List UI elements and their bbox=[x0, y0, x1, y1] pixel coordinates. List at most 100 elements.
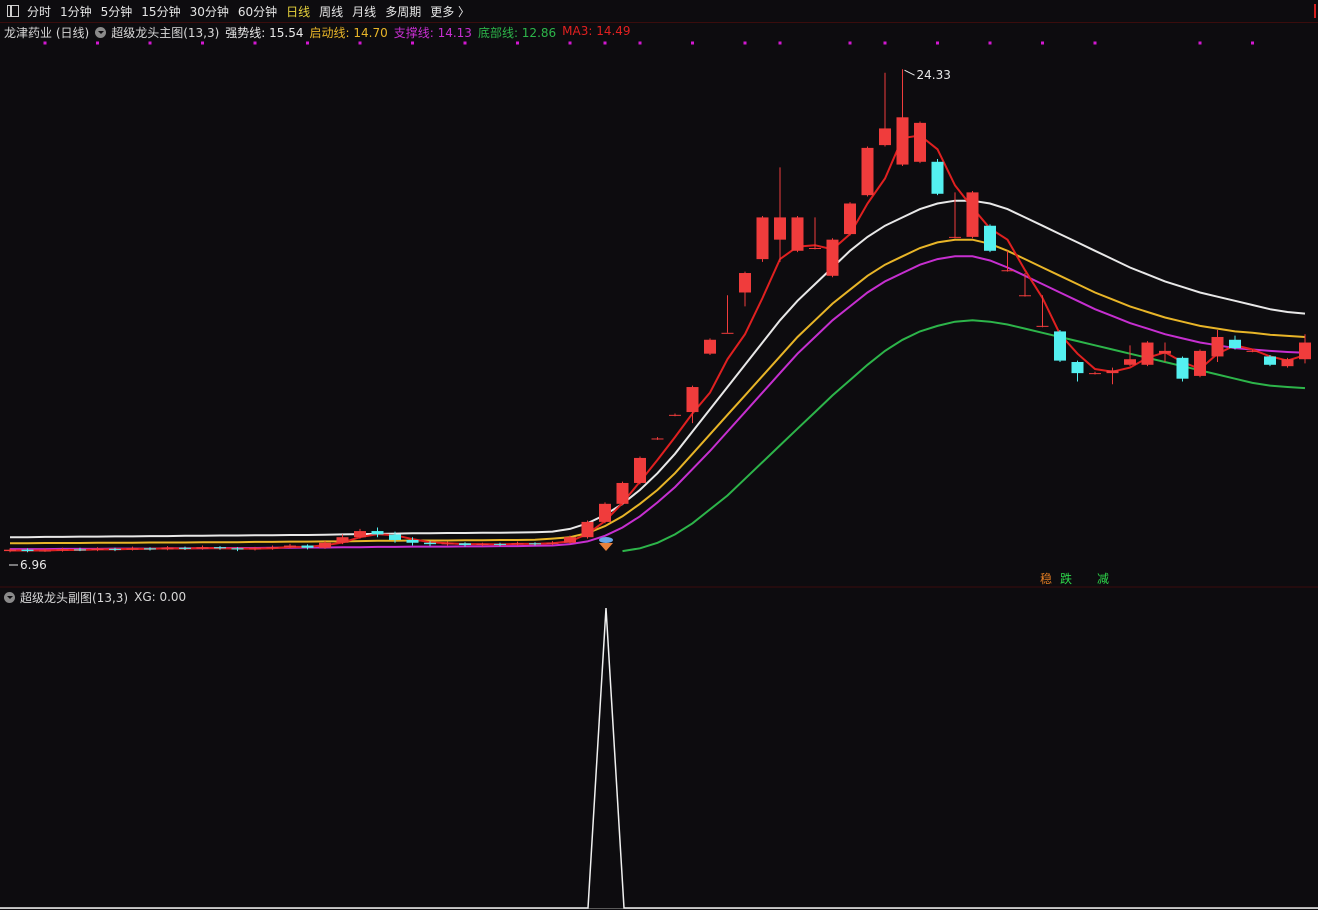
candle-body bbox=[1299, 342, 1311, 360]
candle-body bbox=[756, 217, 769, 260]
signal-dot bbox=[778, 41, 782, 45]
candle-body bbox=[231, 548, 244, 550]
candle-body bbox=[1106, 370, 1119, 374]
candle-body bbox=[739, 273, 751, 293]
candle-body bbox=[949, 236, 961, 238]
signal-dot bbox=[848, 41, 852, 45]
candle-body bbox=[1089, 373, 1101, 375]
signal-marker-1: 跌 bbox=[1060, 571, 1072, 586]
signal-dot bbox=[568, 41, 572, 45]
xg-line bbox=[0, 607, 1318, 909]
candle-body bbox=[809, 247, 821, 249]
candle-body bbox=[336, 537, 349, 543]
support-line bbox=[10, 255, 1306, 551]
signal-dot bbox=[43, 41, 47, 45]
candle-body bbox=[704, 339, 716, 354]
candle-body bbox=[4, 549, 16, 552]
candle-body bbox=[669, 414, 681, 416]
signal-dot bbox=[1198, 41, 1202, 45]
candle-body bbox=[564, 537, 576, 543]
candle-body bbox=[634, 457, 646, 483]
signal-dot bbox=[988, 41, 992, 45]
candle-body bbox=[1159, 350, 1171, 354]
candle-body bbox=[599, 503, 611, 522]
candle-body bbox=[546, 542, 559, 544]
candle-body bbox=[931, 161, 944, 194]
signal-dot bbox=[1041, 41, 1044, 45]
candle-body bbox=[1124, 359, 1136, 365]
signal-dot bbox=[691, 41, 694, 45]
candle-body bbox=[319, 542, 331, 548]
signal-dot bbox=[201, 41, 204, 45]
candle-body bbox=[494, 543, 506, 545]
candle-body bbox=[1019, 295, 1031, 297]
candle-body bbox=[91, 548, 104, 550]
candle-body bbox=[406, 539, 419, 543]
candle-body bbox=[161, 547, 174, 550]
candle-body bbox=[74, 549, 86, 551]
candle-body bbox=[1194, 350, 1206, 376]
candle-body bbox=[1211, 336, 1224, 357]
signal-dot bbox=[516, 41, 519, 45]
candle-body bbox=[1036, 325, 1049, 327]
breakout-badge-top-icon bbox=[599, 537, 613, 543]
candle-body bbox=[284, 545, 296, 548]
candle-body bbox=[459, 543, 471, 545]
signal-dot bbox=[253, 41, 257, 45]
candle-body bbox=[581, 521, 594, 538]
candle-body bbox=[1001, 270, 1014, 272]
candle-body bbox=[371, 531, 384, 535]
strong-line bbox=[10, 199, 1306, 539]
indicator-lines bbox=[10, 134, 1306, 553]
signal-dot bbox=[411, 41, 414, 45]
candle-body bbox=[529, 543, 541, 545]
candle-body bbox=[109, 548, 121, 550]
candle-body bbox=[1229, 339, 1241, 349]
sub-chart bbox=[0, 607, 1318, 909]
signal-dot bbox=[306, 41, 309, 45]
candle-body bbox=[896, 117, 909, 165]
candle-body bbox=[21, 549, 34, 552]
candle-body bbox=[196, 547, 209, 549]
low-price-label: 6.96 bbox=[20, 558, 47, 572]
candle-body bbox=[511, 543, 524, 545]
candle-body bbox=[984, 225, 996, 251]
candle-body bbox=[879, 128, 891, 146]
candle-body bbox=[249, 548, 261, 550]
candle-body bbox=[1246, 350, 1259, 352]
candle-body bbox=[616, 482, 629, 504]
signal-marker-2: 减 bbox=[1097, 572, 1109, 586]
high-pointer bbox=[904, 69, 915, 76]
signal-dot bbox=[1251, 41, 1254, 45]
signal-dot bbox=[743, 41, 747, 45]
kline-chart[interactable]: 24.33 6.96 稳跌 减 bbox=[0, 0, 1318, 910]
candle-body bbox=[354, 531, 366, 538]
candle-body bbox=[914, 122, 926, 162]
candle-body bbox=[1176, 357, 1189, 379]
candle-body bbox=[424, 542, 436, 545]
signal-dot bbox=[603, 41, 607, 45]
signal-dot bbox=[96, 41, 99, 45]
signal-dot bbox=[358, 41, 362, 45]
candles bbox=[4, 69, 1311, 553]
signal-dot bbox=[1093, 41, 1097, 45]
candle-body bbox=[126, 548, 139, 550]
candle-body bbox=[791, 217, 804, 251]
candle-body bbox=[476, 543, 489, 545]
ma3-line bbox=[10, 134, 1306, 552]
candle-body bbox=[301, 545, 314, 548]
candle-body bbox=[651, 438, 664, 440]
start-line bbox=[10, 238, 1306, 545]
candle-body bbox=[826, 239, 839, 276]
candle-body bbox=[1281, 359, 1294, 367]
candle-body bbox=[1071, 362, 1084, 374]
candle-body bbox=[214, 547, 226, 549]
signal-dot bbox=[148, 41, 152, 45]
signal-dot bbox=[936, 41, 939, 45]
candle-body bbox=[389, 534, 401, 540]
candle-body bbox=[179, 547, 191, 549]
candle-body bbox=[266, 547, 279, 549]
candle-body bbox=[39, 550, 51, 552]
signal-marker-0: 稳 bbox=[1040, 571, 1052, 586]
candle-body bbox=[721, 332, 734, 334]
